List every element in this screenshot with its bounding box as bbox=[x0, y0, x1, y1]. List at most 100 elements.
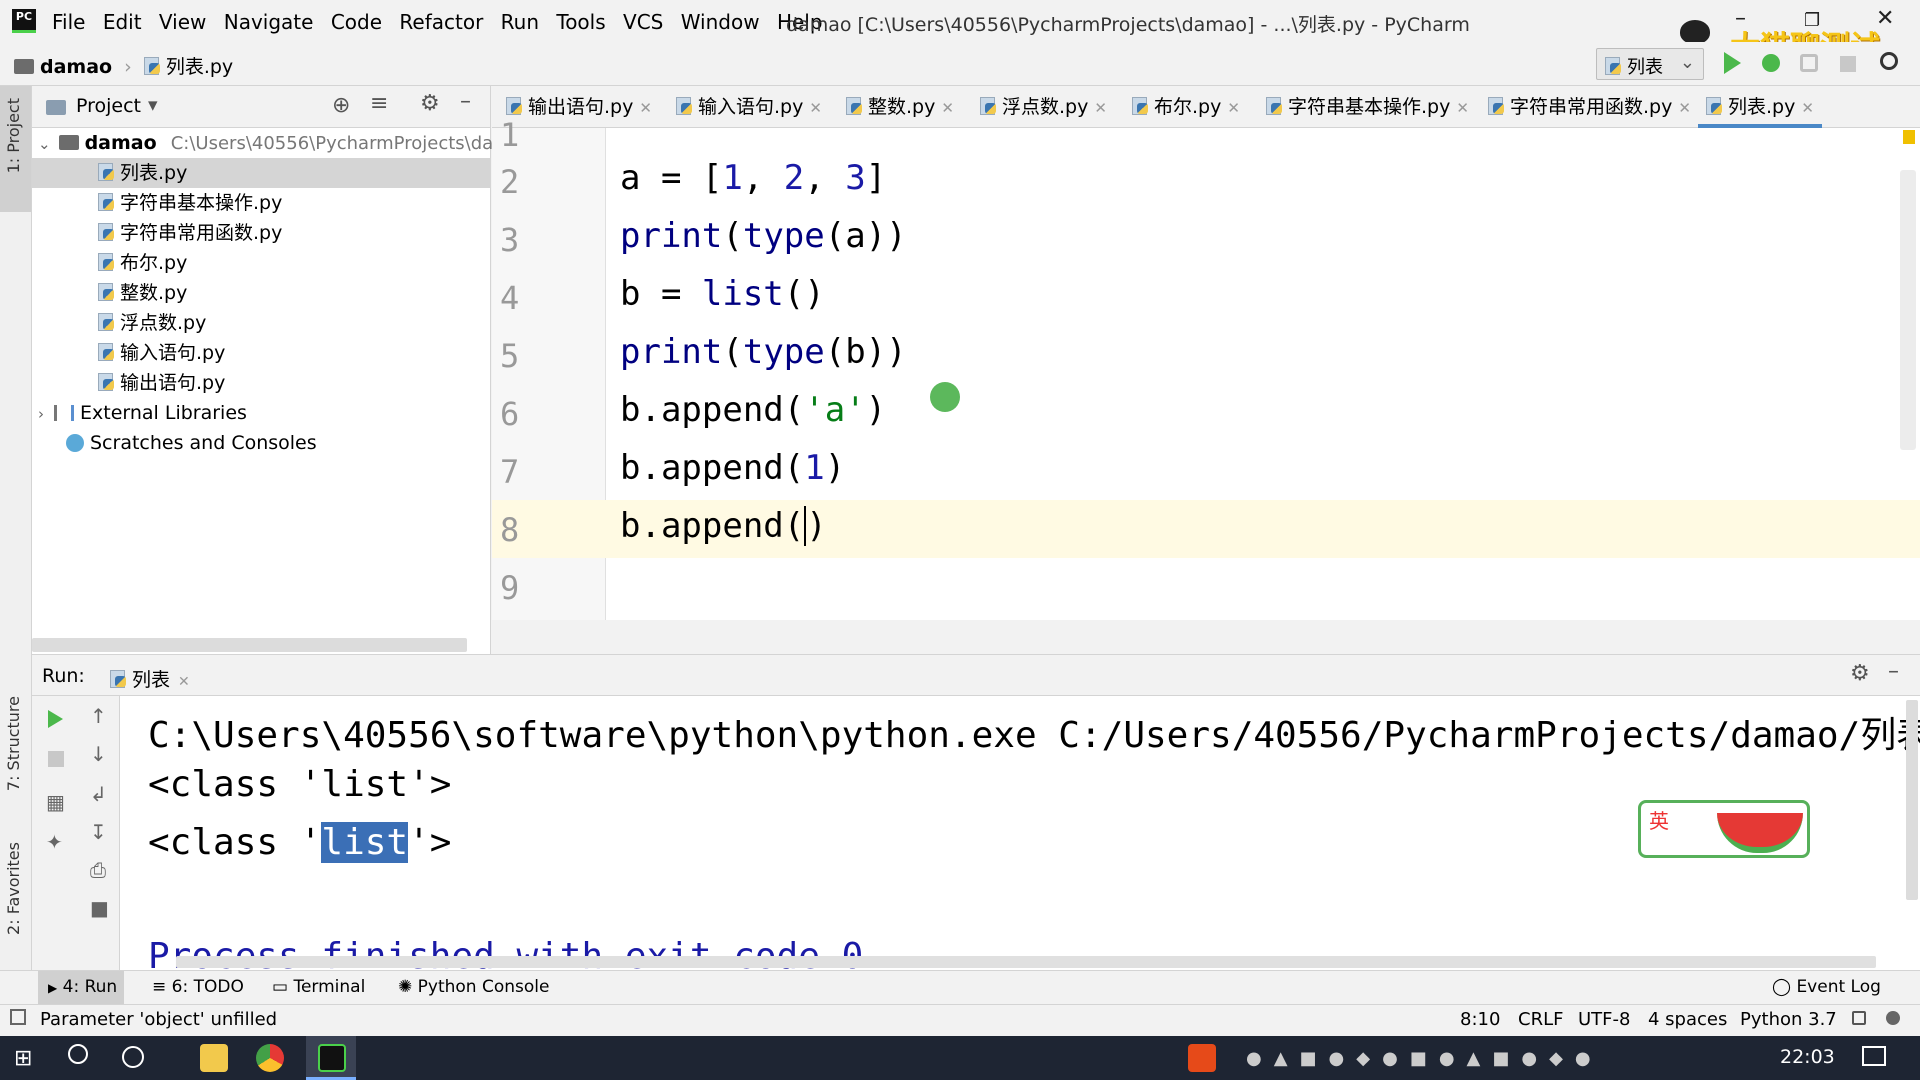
run-console-output[interactable]: C:\Users\40556\software\python\python.ex… bbox=[120, 696, 1920, 970]
breadcrumb-project[interactable]: damao bbox=[40, 56, 112, 78]
python-console-tool-tab[interactable]: ✺ Python Console bbox=[398, 977, 549, 997]
chrome-icon[interactable] bbox=[256, 1044, 284, 1072]
breadcrumb-file[interactable]: 列表.py bbox=[166, 56, 233, 78]
file-explorer-icon[interactable] bbox=[200, 1044, 228, 1072]
tree-file-item[interactable]: 字符串常用函数.py bbox=[32, 218, 491, 248]
close-icon[interactable]: ✕ bbox=[1678, 99, 1691, 117]
close-icon[interactable]: ✕ bbox=[1801, 99, 1814, 117]
gear-icon[interactable]: ⚙ bbox=[420, 91, 440, 116]
close-icon[interactable]: ✕ bbox=[941, 99, 954, 117]
search-icon[interactable] bbox=[68, 1044, 88, 1064]
menu-code[interactable]: Code bbox=[331, 10, 382, 34]
close-icon[interactable]: ✕ bbox=[1876, 6, 1894, 31]
soft-wrap-icon[interactable]: ↲ bbox=[90, 782, 107, 806]
indent-setting[interactable]: 4 spaces bbox=[1648, 1009, 1727, 1030]
tree-root-damao[interactable]: ⌄ damao C:\Users\40556\PycharmProjects\da… bbox=[32, 128, 511, 158]
search-icon[interactable] bbox=[1880, 52, 1898, 70]
close-icon[interactable]: ✕ bbox=[1456, 99, 1469, 117]
menu-vcs[interactable]: VCS bbox=[623, 10, 663, 34]
close-icon[interactable]: ✕ bbox=[1094, 99, 1107, 117]
close-icon[interactable]: ✕ bbox=[809, 99, 822, 117]
structure-tool-tab[interactable]: 7: Structure bbox=[4, 696, 23, 791]
coverage-icon[interactable] bbox=[1800, 54, 1818, 72]
restore-icon[interactable]: ❐ bbox=[1804, 10, 1820, 31]
terminal-tool-tab[interactable]: ▭ Terminal bbox=[272, 977, 365, 997]
toggle-tool-windows-icon[interactable] bbox=[10, 1009, 26, 1025]
trash-icon[interactable]: ■ bbox=[90, 896, 109, 920]
hide-panel-icon[interactable]: – bbox=[1888, 659, 1899, 684]
menu-refactor[interactable]: Refactor bbox=[399, 10, 483, 34]
rerun-icon[interactable] bbox=[48, 710, 63, 728]
collapse-all-icon[interactable]: ≡ bbox=[370, 91, 388, 116]
chevron-down-icon[interactable]: ▾ bbox=[148, 94, 158, 116]
menu-view[interactable]: View bbox=[159, 10, 206, 34]
sogou-icon[interactable] bbox=[1188, 1044, 1216, 1072]
scroll-to-end-icon[interactable]: ↧ bbox=[90, 820, 107, 844]
tab-string-functions[interactable]: 字符串常用函数.py ✕ bbox=[1488, 86, 1691, 128]
pycharm-icon[interactable] bbox=[318, 1044, 346, 1072]
tab-string-basics[interactable]: 字符串基本操作.py ✕ bbox=[1266, 86, 1469, 128]
cortana-icon[interactable] bbox=[122, 1046, 144, 1068]
stop-icon[interactable] bbox=[1840, 56, 1856, 72]
run-icon[interactable] bbox=[1724, 52, 1741, 74]
todo-tool-tab[interactable]: ≡ 6: TODO bbox=[152, 977, 244, 997]
print-icon[interactable]: ⎙ bbox=[90, 858, 106, 882]
notification-icon[interactable] bbox=[1862, 1046, 1886, 1066]
warning-stripe-icon[interactable] bbox=[1903, 130, 1915, 144]
tree-file-item[interactable]: 布尔.py bbox=[32, 248, 491, 278]
stop-icon[interactable] bbox=[48, 751, 64, 767]
tab-input[interactable]: 输入语句.py ✕ bbox=[676, 86, 822, 128]
tree-file-item[interactable]: 输入语句.py bbox=[32, 338, 491, 368]
console-horizontal-scrollbar[interactable] bbox=[176, 956, 1876, 968]
lock-icon[interactable] bbox=[1852, 1011, 1866, 1025]
project-tool-tab[interactable]: 1: Project bbox=[4, 98, 23, 173]
menu-navigate[interactable]: Navigate bbox=[224, 10, 314, 34]
tree-file-item[interactable]: 浮点数.py bbox=[32, 308, 491, 338]
windows-start-icon[interactable]: ⊞ bbox=[14, 1046, 32, 1071]
favorites-tool-tab[interactable]: 2: Favorites bbox=[4, 842, 23, 935]
tab-list-active[interactable]: 列表.py ✕ bbox=[1698, 86, 1822, 128]
tree-external-libraries[interactable]: › External Libraries bbox=[32, 398, 491, 428]
close-icon[interactable]: ✕ bbox=[178, 674, 190, 690]
layout-icon[interactable]: ▦ bbox=[46, 790, 65, 814]
run-tool-tab[interactable]: ▶ 4: Run bbox=[48, 977, 117, 997]
arrow-up-icon[interactable]: ↑ bbox=[90, 704, 107, 728]
pin-icon[interactable]: ✦ bbox=[46, 830, 63, 854]
file-encoding[interactable]: UTF-8 bbox=[1578, 1009, 1630, 1030]
event-log-tool-tab[interactable]: ◯ Event Log bbox=[1772, 977, 1881, 997]
menu-edit[interactable]: Edit bbox=[103, 10, 142, 34]
gear-icon[interactable]: ⚙ bbox=[1850, 661, 1870, 686]
menu-run[interactable]: Run bbox=[501, 10, 539, 34]
tree-scratches[interactable]: Scratches and Consoles bbox=[32, 428, 491, 458]
menu-tools[interactable]: Tools bbox=[556, 10, 605, 34]
run-configuration-select[interactable]: 列表 ⌄ bbox=[1596, 48, 1704, 80]
locate-icon[interactable]: ⊕ bbox=[332, 93, 350, 118]
interpreter[interactable]: Python 3.7 bbox=[1740, 1009, 1837, 1030]
menu-file[interactable]: File bbox=[52, 10, 85, 34]
arrow-down-icon[interactable]: ↓ bbox=[90, 742, 107, 766]
tree-file-item[interactable]: 整数.py bbox=[32, 278, 491, 308]
close-icon[interactable]: ✕ bbox=[1227, 99, 1240, 117]
tab-integer[interactable]: 整数.py ✕ bbox=[846, 86, 954, 128]
tree-file-item[interactable]: 输出语句.py bbox=[32, 368, 491, 398]
chevron-right-icon[interactable]: › bbox=[38, 405, 44, 423]
inspector-icon[interactable] bbox=[1886, 1011, 1900, 1025]
run-tab[interactable]: 列表 ✕ bbox=[110, 665, 190, 692]
minimize-icon[interactable]: – bbox=[1735, 6, 1746, 31]
horizontal-scrollbar[interactable] bbox=[32, 638, 467, 652]
tab-float[interactable]: 浮点数.py ✕ bbox=[980, 86, 1107, 128]
tree-file-item[interactable]: 字符串基本操作.py bbox=[32, 188, 491, 218]
chevron-down-icon[interactable]: ⌄ bbox=[38, 135, 51, 153]
caret-position[interactable]: 8:10 bbox=[1460, 1009, 1500, 1030]
editor-scrollbar[interactable] bbox=[1900, 170, 1916, 450]
console-vertical-scrollbar[interactable] bbox=[1906, 700, 1918, 900]
ime-widget[interactable]: 英 bbox=[1638, 800, 1810, 858]
tab-bool[interactable]: 布尔.py ✕ bbox=[1132, 86, 1240, 128]
menu-window[interactable]: Window bbox=[681, 10, 760, 34]
clock[interactable]: 22:03 bbox=[1780, 1046, 1835, 1068]
system-tray-icons[interactable]: ●▲■●◆●■●▲■●◆● bbox=[1246, 1048, 1603, 1069]
tree-file-item[interactable]: 列表.py bbox=[32, 158, 491, 188]
debug-icon[interactable] bbox=[1762, 54, 1780, 72]
project-view-select[interactable]: Project bbox=[76, 95, 141, 117]
hide-panel-icon[interactable]: – bbox=[460, 89, 471, 114]
